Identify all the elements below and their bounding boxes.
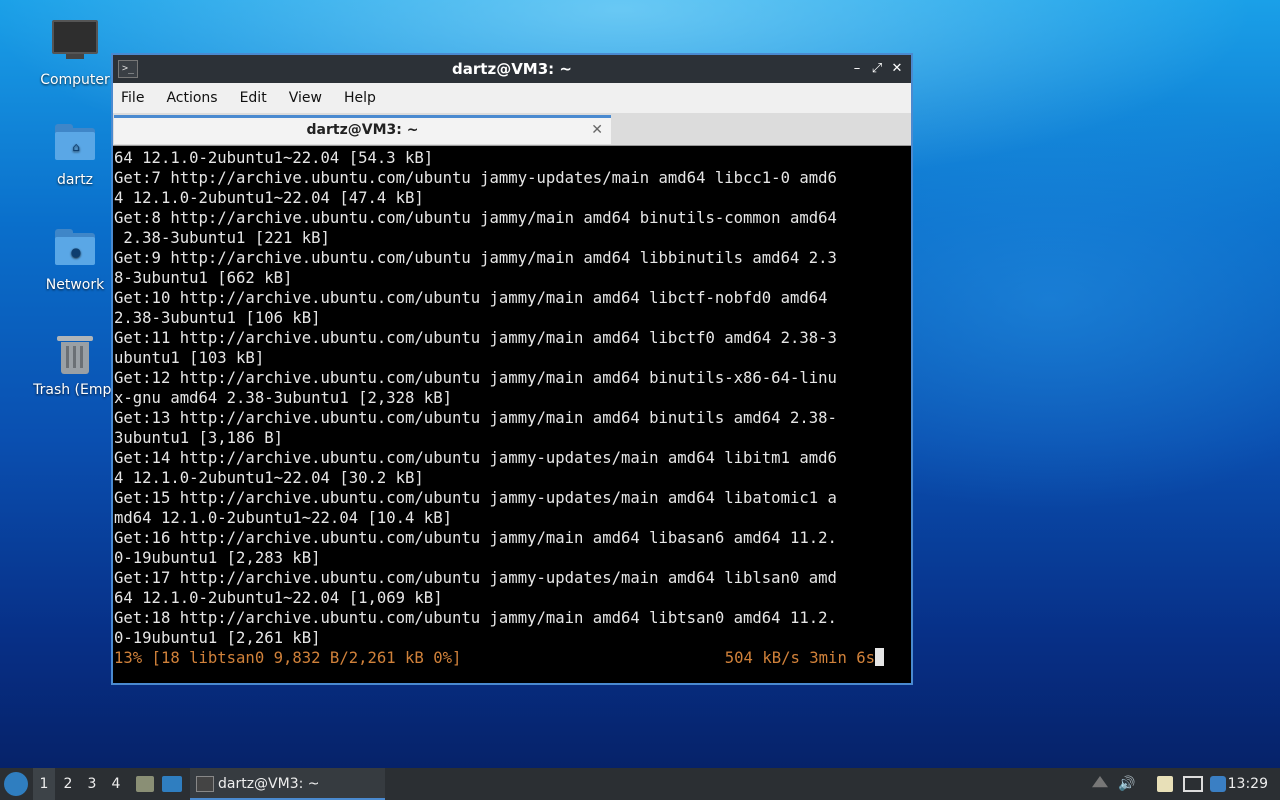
terminal-line: Get:11 http://archive.ubuntu.com/ubuntu … [114, 329, 837, 347]
terminal-line: 0-19ubuntu1 [2,261 kB] [114, 629, 321, 647]
terminal-line: 4 12.1.0-2ubuntu1~22.04 [30.2 kB] [114, 469, 424, 487]
close-icon[interactable]: ✕ [887, 59, 907, 79]
task-label: dartz@VM3: ~ [218, 776, 320, 792]
desktop-icon-network[interactable]: ● Network [25, 225, 125, 293]
terminal-line: 64 12.1.0-2ubuntu1~22.04 [1,069 kB] [114, 589, 443, 607]
menu-bar: File Actions Edit View Help [113, 83, 911, 113]
workspace-4[interactable]: 4 [105, 768, 127, 800]
terminal-line: ubuntu1 [103 kB] [114, 349, 265, 367]
computer-icon [51, 20, 99, 68]
tab-bar: dartz@VM3: ~ ✕ [113, 113, 911, 146]
terminal-task-icon [196, 776, 214, 792]
terminal-lines: 64 12.1.0-2ubuntu1~22.04 [54.3 kB] Get:7 … [113, 146, 911, 648]
terminal-line: Get:7 http://archive.ubuntu.com/ubuntu j… [114, 169, 837, 187]
volume-icon[interactable]: 🔊 [1118, 776, 1135, 792]
clipboard-icon[interactable] [1157, 776, 1173, 792]
progress-status: 13% [18 libtsan0 9,832 B/2,261 kB 0%] [114, 649, 462, 667]
menu-view[interactable]: View [289, 90, 322, 106]
window-titlebar[interactable]: >_ dartz@VM3: ~ – ⤢ ✕ [113, 55, 911, 83]
clock[interactable]: 13:29 [1228, 768, 1268, 800]
desktop-icon-label: Trash (Empt [33, 382, 117, 398]
workspace-3[interactable]: 3 [81, 768, 103, 800]
desktop-icon-home[interactable]: ⌂ dartz [25, 120, 125, 188]
terminal-window[interactable]: >_ dartz@VM3: ~ – ⤢ ✕ File Actions Edit … [111, 53, 913, 685]
network-status-icon[interactable] [1183, 776, 1203, 792]
terminal-line: Get:16 http://archive.ubuntu.com/ubuntu … [114, 529, 837, 547]
terminal-line: Get:14 http://archive.ubuntu.com/ubuntu … [114, 449, 837, 467]
terminal-line: Get:8 http://archive.ubuntu.com/ubuntu j… [114, 209, 837, 227]
progress-line: 13% [18 libtsan0 9,832 B/2,261 kB 0%] 504… [113, 648, 911, 668]
terminal-line: Get:13 http://archive.ubuntu.com/ubuntu … [114, 409, 837, 427]
terminal-line: 3ubuntu1 [3,186 B] [114, 429, 283, 447]
terminal-line: Get:10 http://archive.ubuntu.com/ubuntu … [114, 289, 828, 307]
terminal-line: 8-3ubuntu1 [662 kB] [114, 269, 293, 287]
home-folder-icon: ⌂ [51, 120, 99, 168]
desktop-icon-trash[interactable]: Trash (Empt [25, 330, 125, 398]
desktop-icon-label: Computer [40, 72, 110, 88]
terminal-line: 2.38-3ubuntu1 [106 kB] [114, 309, 321, 327]
workspace-2[interactable]: 2 [57, 768, 79, 800]
desktop-icon-label: Network [45, 277, 105, 293]
taskbar: 1 2 3 4 dartz@VM3: ~ 🔊 13:29 [0, 768, 1280, 800]
terminal-line: 0-19ubuntu1 [2,283 kB] [114, 549, 321, 567]
terminal-line: Get:17 http://archive.ubuntu.com/ubuntu … [114, 569, 837, 587]
tab-title: dartz@VM3: ~ [306, 122, 419, 138]
tab-close-icon[interactable]: ✕ [591, 118, 603, 142]
taskbar-terminal-task[interactable]: dartz@VM3: ~ [190, 768, 385, 800]
terminal-line: 64 12.1.0-2ubuntu1~22.04 [54.3 kB] [114, 149, 434, 167]
desktop-icon-label: dartz [56, 172, 94, 188]
menu-help[interactable]: Help [344, 90, 376, 106]
text-cursor [875, 648, 884, 666]
terminal-line: Get:12 http://archive.ubuntu.com/ubuntu … [114, 369, 837, 387]
start-menu-icon[interactable] [4, 772, 28, 796]
menu-file[interactable]: File [121, 90, 144, 106]
network-folder-icon: ● [51, 225, 99, 273]
terminal-line: x-gnu amd64 2.38-3ubuntu1 [2,328 kB] [114, 389, 452, 407]
progress-rate: 504 kB/s 3min 6s [724, 649, 875, 667]
tab-terminal[interactable]: dartz@VM3: ~ ✕ [114, 115, 611, 144]
window-title: dartz@VM3: ~ [452, 60, 572, 78]
desktop-icon-computer[interactable]: Computer [25, 16, 125, 88]
show-desktop-icon[interactable] [162, 776, 182, 792]
minimize-icon[interactable]: – [847, 59, 867, 79]
eject-icon[interactable] [1092, 776, 1108, 788]
menu-actions[interactable]: Actions [166, 90, 217, 106]
terminal-line: Get:15 http://archive.ubuntu.com/ubuntu … [114, 489, 837, 507]
terminal-line: 4 12.1.0-2ubuntu1~22.04 [47.4 kB] [114, 189, 424, 207]
maximize-icon[interactable]: ⤢ [867, 59, 887, 79]
menu-edit[interactable]: Edit [240, 90, 267, 106]
terminal-line: md64 12.1.0-2ubuntu1~22.04 [10.4 kB] [114, 509, 452, 527]
trash-icon [51, 330, 99, 378]
terminal-line: 2.38-3ubuntu1 [221 kB] [114, 229, 330, 247]
terminal-line: Get:9 http://archive.ubuntu.com/ubuntu j… [114, 249, 837, 267]
terminal-output[interactable]: 64 12.1.0-2ubuntu1~22.04 [54.3 kB] Get:7 … [113, 146, 911, 683]
file-manager-icon[interactable] [136, 776, 154, 792]
notification-icon[interactable] [1210, 776, 1226, 792]
workspace-1[interactable]: 1 [33, 768, 55, 800]
terminal-line: Get:18 http://archive.ubuntu.com/ubuntu … [114, 609, 837, 627]
